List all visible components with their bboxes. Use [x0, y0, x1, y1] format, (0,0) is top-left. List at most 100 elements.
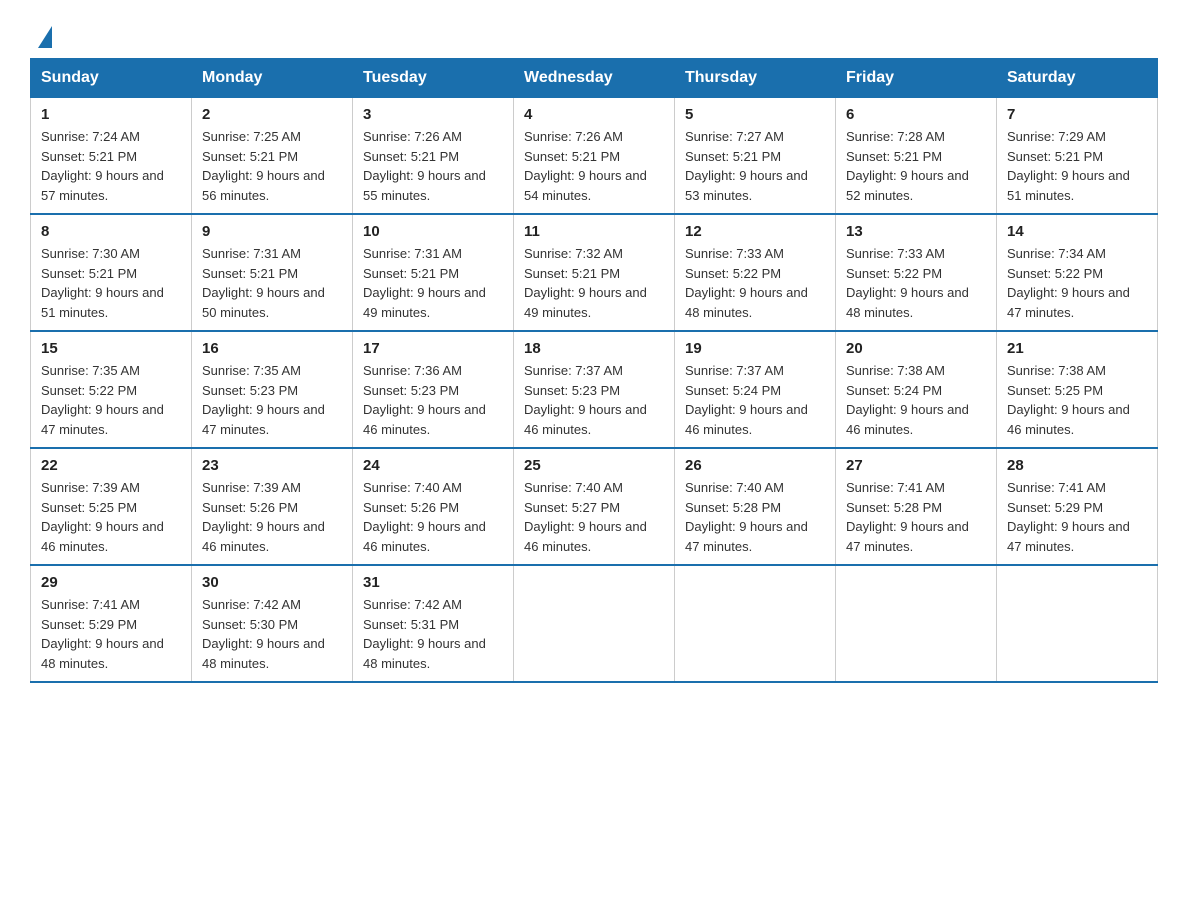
day-number: 14 — [1007, 223, 1147, 240]
day-info: Sunrise: 7:39 AM Sunset: 5:25 PM Dayligh… — [41, 478, 181, 556]
day-number: 10 — [363, 223, 503, 240]
week-row-2: 8 Sunrise: 7:30 AM Sunset: 5:21 PM Dayli… — [31, 214, 1158, 331]
calendar-cell: 4 Sunrise: 7:26 AM Sunset: 5:21 PM Dayli… — [514, 98, 675, 215]
day-info: Sunrise: 7:41 AM Sunset: 5:29 PM Dayligh… — [1007, 478, 1147, 556]
calendar-cell: 20 Sunrise: 7:38 AM Sunset: 5:24 PM Dayl… — [836, 331, 997, 448]
day-info: Sunrise: 7:40 AM Sunset: 5:27 PM Dayligh… — [524, 478, 664, 556]
day-number: 8 — [41, 223, 181, 240]
header-wednesday: Wednesday — [514, 59, 675, 98]
day-info: Sunrise: 7:31 AM Sunset: 5:21 PM Dayligh… — [202, 244, 342, 322]
day-info: Sunrise: 7:31 AM Sunset: 5:21 PM Dayligh… — [363, 244, 503, 322]
day-info: Sunrise: 7:38 AM Sunset: 5:25 PM Dayligh… — [1007, 361, 1147, 439]
day-info: Sunrise: 7:40 AM Sunset: 5:26 PM Dayligh… — [363, 478, 503, 556]
day-number: 29 — [41, 574, 181, 591]
calendar-cell — [675, 565, 836, 682]
calendar-cell: 24 Sunrise: 7:40 AM Sunset: 5:26 PM Dayl… — [353, 448, 514, 565]
day-number: 30 — [202, 574, 342, 591]
day-info: Sunrise: 7:29 AM Sunset: 5:21 PM Dayligh… — [1007, 127, 1147, 205]
calendar-cell: 31 Sunrise: 7:42 AM Sunset: 5:31 PM Dayl… — [353, 565, 514, 682]
day-number: 19 — [685, 340, 825, 357]
calendar-cell: 5 Sunrise: 7:27 AM Sunset: 5:21 PM Dayli… — [675, 98, 836, 215]
day-info: Sunrise: 7:33 AM Sunset: 5:22 PM Dayligh… — [685, 244, 825, 322]
day-info: Sunrise: 7:36 AM Sunset: 5:23 PM Dayligh… — [363, 361, 503, 439]
day-number: 17 — [363, 340, 503, 357]
day-info: Sunrise: 7:34 AM Sunset: 5:22 PM Dayligh… — [1007, 244, 1147, 322]
day-number: 18 — [524, 340, 664, 357]
header-sunday: Sunday — [31, 59, 192, 98]
header-tuesday: Tuesday — [353, 59, 514, 98]
day-number: 4 — [524, 106, 664, 123]
day-info: Sunrise: 7:42 AM Sunset: 5:30 PM Dayligh… — [202, 595, 342, 673]
calendar-cell: 2 Sunrise: 7:25 AM Sunset: 5:21 PM Dayli… — [192, 98, 353, 215]
day-info: Sunrise: 7:32 AM Sunset: 5:21 PM Dayligh… — [524, 244, 664, 322]
calendar-cell: 9 Sunrise: 7:31 AM Sunset: 5:21 PM Dayli… — [192, 214, 353, 331]
calendar-cell: 12 Sunrise: 7:33 AM Sunset: 5:22 PM Dayl… — [675, 214, 836, 331]
day-info: Sunrise: 7:40 AM Sunset: 5:28 PM Dayligh… — [685, 478, 825, 556]
calendar-cell: 11 Sunrise: 7:32 AM Sunset: 5:21 PM Dayl… — [514, 214, 675, 331]
day-number: 12 — [685, 223, 825, 240]
day-info: Sunrise: 7:28 AM Sunset: 5:21 PM Dayligh… — [846, 127, 986, 205]
calendar-cell — [997, 565, 1158, 682]
header-thursday: Thursday — [675, 59, 836, 98]
day-number: 23 — [202, 457, 342, 474]
day-info: Sunrise: 7:37 AM Sunset: 5:24 PM Dayligh… — [685, 361, 825, 439]
calendar-cell: 10 Sunrise: 7:31 AM Sunset: 5:21 PM Dayl… — [353, 214, 514, 331]
week-row-5: 29 Sunrise: 7:41 AM Sunset: 5:29 PM Dayl… — [31, 565, 1158, 682]
calendar-cell: 14 Sunrise: 7:34 AM Sunset: 5:22 PM Dayl… — [997, 214, 1158, 331]
day-number: 24 — [363, 457, 503, 474]
day-number: 7 — [1007, 106, 1147, 123]
calendar-cell: 26 Sunrise: 7:40 AM Sunset: 5:28 PM Dayl… — [675, 448, 836, 565]
day-number: 15 — [41, 340, 181, 357]
day-number: 13 — [846, 223, 986, 240]
calendar-cell: 7 Sunrise: 7:29 AM Sunset: 5:21 PM Dayli… — [997, 98, 1158, 215]
calendar-cell: 13 Sunrise: 7:33 AM Sunset: 5:22 PM Dayl… — [836, 214, 997, 331]
day-info: Sunrise: 7:30 AM Sunset: 5:21 PM Dayligh… — [41, 244, 181, 322]
day-number: 6 — [846, 106, 986, 123]
calendar-cell: 25 Sunrise: 7:40 AM Sunset: 5:27 PM Dayl… — [514, 448, 675, 565]
calendar-cell: 17 Sunrise: 7:36 AM Sunset: 5:23 PM Dayl… — [353, 331, 514, 448]
day-number: 26 — [685, 457, 825, 474]
day-number: 21 — [1007, 340, 1147, 357]
calendar-cell: 16 Sunrise: 7:35 AM Sunset: 5:23 PM Dayl… — [192, 331, 353, 448]
day-info: Sunrise: 7:41 AM Sunset: 5:29 PM Dayligh… — [41, 595, 181, 673]
header-row: SundayMondayTuesdayWednesdayThursdayFrid… — [31, 59, 1158, 98]
day-number: 9 — [202, 223, 342, 240]
calendar-cell: 28 Sunrise: 7:41 AM Sunset: 5:29 PM Dayl… — [997, 448, 1158, 565]
day-number: 27 — [846, 457, 986, 474]
day-number: 22 — [41, 457, 181, 474]
day-number: 11 — [524, 223, 664, 240]
calendar-body: 1 Sunrise: 7:24 AM Sunset: 5:21 PM Dayli… — [31, 98, 1158, 683]
day-number: 28 — [1007, 457, 1147, 474]
calendar-cell: 29 Sunrise: 7:41 AM Sunset: 5:29 PM Dayl… — [31, 565, 192, 682]
day-info: Sunrise: 7:39 AM Sunset: 5:26 PM Dayligh… — [202, 478, 342, 556]
day-info: Sunrise: 7:26 AM Sunset: 5:21 PM Dayligh… — [363, 127, 503, 205]
header-saturday: Saturday — [997, 59, 1158, 98]
day-info: Sunrise: 7:35 AM Sunset: 5:23 PM Dayligh… — [202, 361, 342, 439]
day-info: Sunrise: 7:33 AM Sunset: 5:22 PM Dayligh… — [846, 244, 986, 322]
calendar-table: SundayMondayTuesdayWednesdayThursdayFrid… — [30, 58, 1158, 683]
day-number: 5 — [685, 106, 825, 123]
day-info: Sunrise: 7:25 AM Sunset: 5:21 PM Dayligh… — [202, 127, 342, 205]
calendar-cell: 27 Sunrise: 7:41 AM Sunset: 5:28 PM Dayl… — [836, 448, 997, 565]
logo — [30, 20, 52, 48]
calendar-header: SundayMondayTuesdayWednesdayThursdayFrid… — [31, 59, 1158, 98]
day-info: Sunrise: 7:42 AM Sunset: 5:31 PM Dayligh… — [363, 595, 503, 673]
day-number: 16 — [202, 340, 342, 357]
week-row-4: 22 Sunrise: 7:39 AM Sunset: 5:25 PM Dayl… — [31, 448, 1158, 565]
calendar-cell: 19 Sunrise: 7:37 AM Sunset: 5:24 PM Dayl… — [675, 331, 836, 448]
calendar-cell: 30 Sunrise: 7:42 AM Sunset: 5:30 PM Dayl… — [192, 565, 353, 682]
calendar-cell: 1 Sunrise: 7:24 AM Sunset: 5:21 PM Dayli… — [31, 98, 192, 215]
calendar-cell: 8 Sunrise: 7:30 AM Sunset: 5:21 PM Dayli… — [31, 214, 192, 331]
calendar-cell: 22 Sunrise: 7:39 AM Sunset: 5:25 PM Dayl… — [31, 448, 192, 565]
day-info: Sunrise: 7:38 AM Sunset: 5:24 PM Dayligh… — [846, 361, 986, 439]
day-info: Sunrise: 7:27 AM Sunset: 5:21 PM Dayligh… — [685, 127, 825, 205]
calendar-cell: 18 Sunrise: 7:37 AM Sunset: 5:23 PM Dayl… — [514, 331, 675, 448]
day-number: 20 — [846, 340, 986, 357]
day-number: 31 — [363, 574, 503, 591]
day-number: 25 — [524, 457, 664, 474]
header-friday: Friday — [836, 59, 997, 98]
day-number: 1 — [41, 106, 181, 123]
calendar-cell: 15 Sunrise: 7:35 AM Sunset: 5:22 PM Dayl… — [31, 331, 192, 448]
calendar-cell: 23 Sunrise: 7:39 AM Sunset: 5:26 PM Dayl… — [192, 448, 353, 565]
day-info: Sunrise: 7:37 AM Sunset: 5:23 PM Dayligh… — [524, 361, 664, 439]
